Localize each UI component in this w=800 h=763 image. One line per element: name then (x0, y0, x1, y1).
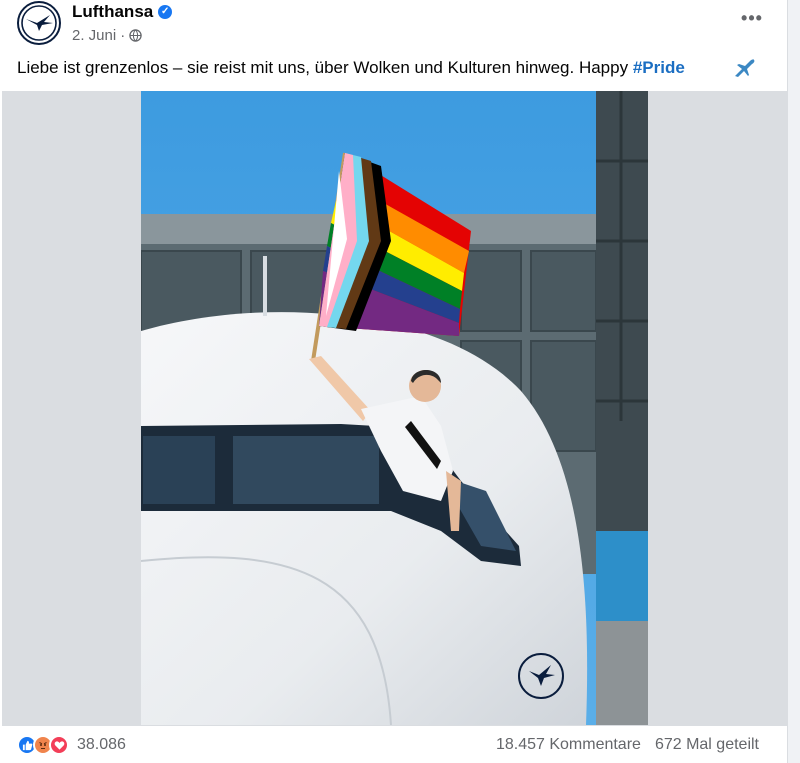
caption-text: Liebe ist grenzenlos – sie reist mit uns… (17, 58, 633, 77)
lufthansa-logo-avatar[interactable] (17, 1, 61, 45)
globe-icon (129, 29, 142, 42)
post-date[interactable]: 2. Juni (72, 27, 116, 44)
pilot-with-pride-flag-image (141, 91, 648, 725)
shares-count-link[interactable]: 672 Mal geteilt (655, 736, 759, 754)
more-options-icon: ••• (741, 8, 763, 28)
post-caption: Liebe ist grenzenlos – sie reist mit uns… (17, 57, 685, 79)
post-meta: 2. Juni · (72, 27, 142, 44)
airplane-icon (735, 59, 755, 77)
more-options-button[interactable]: ••• (738, 8, 766, 30)
scrollbar-track[interactable] (788, 0, 800, 763)
meta-separator: · (120, 27, 126, 44)
post-photo[interactable] (141, 91, 648, 725)
verified-badge-icon: ✓ (158, 5, 173, 19)
facebook-post: Lufthansa ✓ 2. Juni · ••• Liebe ist gren… (0, 0, 788, 763)
comments-count-link[interactable]: 18.457 Kommentare (496, 736, 641, 754)
reaction-count[interactable]: 38.086 (77, 736, 126, 754)
love-icon (49, 735, 69, 755)
post-author[interactable]: Lufthansa ✓ (72, 2, 173, 22)
pride-hashtag-link[interactable]: #Pride (633, 58, 685, 77)
post-stats: 18.457 Kommentare 672 Mal geteilt (496, 736, 759, 754)
author-name[interactable]: Lufthansa (72, 2, 153, 22)
crane-logo-icon (21, 5, 57, 41)
reaction-summary[interactable]: 38.086 (17, 734, 126, 756)
